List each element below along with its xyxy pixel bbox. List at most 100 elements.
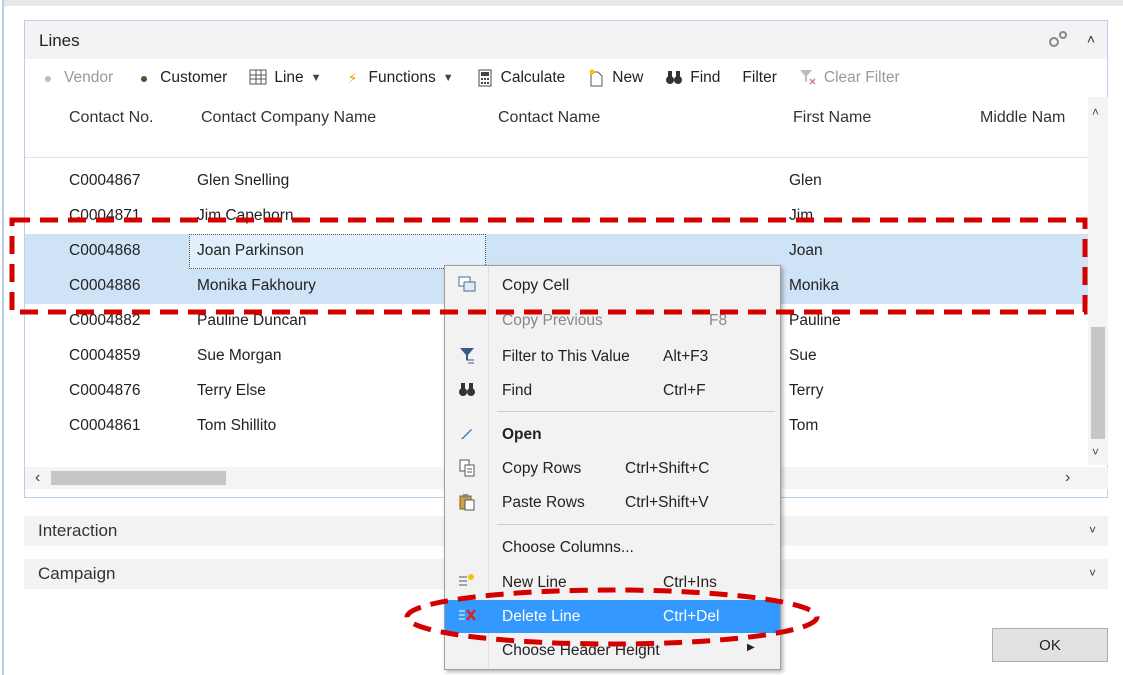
menu-item-shortcut: Ctrl+F: [663, 382, 706, 399]
cell-contact-no[interactable]: C0004871: [69, 207, 141, 225]
binoculars-icon: [457, 381, 477, 401]
column-header-first-name[interactable]: First Name: [793, 109, 871, 127]
grid-header: Contact No. Contact Company Name Contact…: [25, 97, 1088, 137]
new-document-icon: [587, 69, 605, 87]
cell-company-name[interactable]: Sue Morgan: [197, 347, 281, 365]
menu-item-open[interactable]: Open: [445, 418, 780, 451]
cell-company-name[interactable]: Terry Else: [197, 382, 266, 400]
cell-company-name[interactable]: Tom Shillito: [197, 417, 276, 435]
gears-icon[interactable]: [1047, 29, 1067, 49]
vertical-scrollbar[interactable]: ˄ ˅: [1088, 97, 1108, 465]
clear-filter-button[interactable]: Clear Filter: [799, 69, 900, 87]
menu-item-choose-header-height[interactable]: Choose Header Height ▶: [445, 634, 780, 667]
filter-button[interactable]: Filter: [742, 69, 776, 87]
paste-rows-icon: [457, 493, 477, 513]
menu-item-shortcut: Ctrl+Shift+V: [625, 494, 709, 511]
cell-first-name[interactable]: Tom: [789, 417, 818, 435]
horizontal-scroll-thumb[interactable]: [51, 471, 226, 485]
menu-item-label: Choose Header Height: [502, 642, 660, 659]
cell-first-name[interactable]: Jim: [789, 207, 813, 225]
cell-first-name[interactable]: Sue: [789, 347, 817, 365]
chevron-up-icon[interactable]: ˄: [1087, 31, 1095, 47]
column-header-contact-no[interactable]: Contact No.: [69, 109, 153, 127]
scroll-right-icon[interactable]: ›: [1065, 469, 1070, 487]
functions-label: Functions: [368, 69, 436, 86]
scroll-down-icon[interactable]: ˅: [1092, 445, 1099, 459]
menu-item-label: Copy Previous: [502, 312, 603, 329]
copy-cell-icon: [457, 276, 477, 296]
cell-company-name[interactable]: Jim Capehorn: [197, 207, 294, 225]
menu-item-copy-previous[interactable]: Copy Previous F8: [445, 304, 780, 337]
line-menu-button[interactable]: Line ▼: [249, 69, 322, 87]
campaign-title: Campaign: [38, 564, 116, 583]
interaction-title: Interaction: [38, 521, 118, 540]
ok-button[interactable]: OK: [992, 628, 1108, 662]
vendor-button[interactable]: ● Vendor: [39, 69, 113, 87]
menu-item-label: Copy Cell: [502, 277, 570, 294]
column-header-company-name[interactable]: Contact Company Name: [201, 109, 376, 127]
binoculars-icon: [665, 69, 683, 87]
customer-button[interactable]: ● Customer: [135, 69, 227, 87]
clear-filter-label: Clear Filter: [823, 69, 900, 86]
calculate-label: Calculate: [500, 69, 566, 86]
menu-item-label: Copy Rows: [502, 460, 582, 477]
menu-item-filter-to-value[interactable]: Filter to This Value Alt+F3: [445, 340, 780, 373]
new-label: New: [612, 69, 644, 86]
cell-company-name[interactable]: Glen Snelling: [197, 172, 289, 190]
menu-item-shortcut: F8: [709, 312, 728, 329]
cell-contact-no[interactable]: C0004859: [69, 347, 141, 365]
menu-item-choose-columns[interactable]: Choose Columns...: [445, 531, 780, 564]
cell-contact-no[interactable]: C0004868: [69, 242, 141, 260]
menu-item-label: Find: [502, 382, 533, 399]
menu-item-label: Delete Line: [502, 608, 581, 625]
cell-first-name[interactable]: Pauline: [789, 312, 841, 330]
new-button[interactable]: New: [587, 69, 643, 87]
menu-item-copy-rows[interactable]: Copy Rows Ctrl+Shift+C: [445, 452, 780, 485]
column-header-contact-name[interactable]: Contact Name: [498, 109, 600, 127]
menu-item-copy-cell[interactable]: Copy Cell: [445, 269, 780, 302]
menu-item-paste-rows[interactable]: Paste Rows Ctrl+Shift+V: [445, 486, 780, 519]
menu-item-label: Choose Columns...: [502, 539, 634, 556]
lightning-icon: ⚡: [347, 70, 358, 86]
cell-contact-no[interactable]: C0004882: [69, 312, 141, 330]
cell-contact-no[interactable]: C0004861: [69, 417, 141, 435]
filter-label: Filter: [742, 69, 777, 86]
cell-contact-no[interactable]: C0004867: [69, 172, 141, 190]
cell-company-name[interactable]: Joan Parkinson: [197, 242, 304, 260]
lines-header[interactable]: Lines ˄: [25, 21, 1107, 59]
chevron-down-icon[interactable]: ˅: [1089, 566, 1096, 580]
find-button[interactable]: Find: [665, 69, 720, 87]
cell-contact-no[interactable]: C0004876: [69, 382, 141, 400]
table-row[interactable]: C0004871 Jim Capehorn Jim: [25, 199, 1088, 234]
cell-company-name[interactable]: Pauline Duncan: [197, 312, 306, 330]
chevron-down-icon: ▼: [442, 72, 454, 84]
scroll-left-icon[interactable]: ‹: [35, 469, 40, 487]
cell-company-name[interactable]: Monika Fakhoury: [197, 277, 316, 295]
menu-item-shortcut: Ctrl+Shift+C: [625, 460, 710, 477]
person-icon: ●: [139, 70, 149, 86]
delete-line-icon: [457, 607, 477, 627]
vendor-label: Vendor: [64, 69, 114, 86]
menu-item-label: Filter to This Value: [502, 348, 630, 365]
table-row[interactable]: C0004867 Glen Snelling Glen: [25, 164, 1088, 199]
line-label: Line: [274, 69, 304, 86]
calculate-button[interactable]: Calculate: [476, 69, 566, 87]
column-header-middle-name[interactable]: Middle Nam: [980, 109, 1065, 127]
menu-item-find[interactable]: Find Ctrl+F: [445, 374, 780, 407]
cell-first-name[interactable]: Glen: [789, 172, 822, 190]
cell-first-name[interactable]: Joan: [789, 242, 823, 260]
cell-first-name[interactable]: Terry: [789, 382, 823, 400]
clear-filter-icon: [799, 69, 817, 87]
menu-item-new-line[interactable]: New Line Ctrl+Ins: [445, 566, 780, 599]
menu-item-delete-line[interactable]: Delete Line Ctrl+Del: [445, 600, 780, 633]
chevron-down-icon[interactable]: ˅: [1089, 523, 1096, 537]
table-row-selected[interactable]: C0004868 Joan Parkinson Joan: [25, 234, 1088, 269]
cell-first-name[interactable]: Monika: [789, 277, 839, 295]
cell-contact-no[interactable]: C0004886: [69, 277, 141, 295]
scroll-up-icon[interactable]: ˄: [1092, 105, 1099, 119]
vertical-scroll-thumb[interactable]: [1091, 327, 1105, 439]
functions-menu-button[interactable]: ⚡ Functions ▼: [344, 69, 454, 87]
find-label: Find: [690, 69, 721, 86]
filter-icon: [457, 347, 477, 367]
menu-separator: [497, 524, 775, 525]
